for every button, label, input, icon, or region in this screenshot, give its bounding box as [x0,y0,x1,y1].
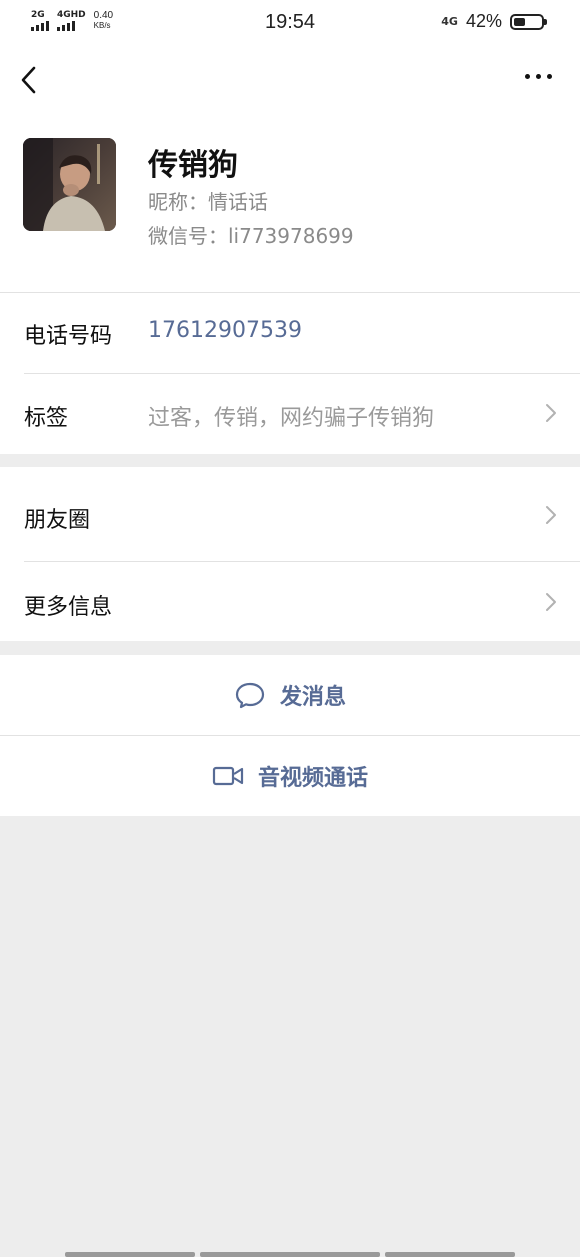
chevron-right-icon [546,593,556,611]
video-call-label: 音视频通话 [257,766,368,791]
more-dots-icon[interactable] [525,74,552,79]
battery-fill [514,17,525,26]
menu-group: 朋友圈 更多信息 [0,467,580,641]
tags-row[interactable]: 标签 过客，传销，网约骗子传销狗 [0,374,580,454]
more-info-label: 更多信息 [24,595,113,620]
chevron-left-icon[interactable] [18,64,42,96]
more-info-row[interactable]: 更多信息 [0,562,580,641]
battery-icon [510,13,547,30]
gesture-bar[interactable] [385,1252,515,1257]
chevron-right-icon [546,506,556,524]
avatar-photo-icon [23,138,116,231]
chevron-right-icon [546,404,556,422]
battery-percent: 42% [465,11,502,31]
video-call-button[interactable]: 音视频通话 [0,736,580,816]
avatar[interactable] [23,138,116,231]
phone-label: 电话号码 [24,324,113,349]
signal-4g-label: 4G [441,15,458,28]
moments-row[interactable]: 朋友圈 [0,467,580,561]
gesture-bar[interactable] [65,1252,195,1257]
status-bar: 2G 4GHD 0.40 KB/s 19:54 4G 42% [0,0,580,46]
video-camera-icon [212,766,244,786]
send-message-label: 发消息 [279,685,346,710]
phone-number-link[interactable]: 17612907539 [148,318,302,343]
profile-header: 传销狗 昵称：情话话 微信号：li773978699 [0,116,580,292]
chat-bubble-icon [235,682,265,709]
gesture-bar[interactable] [200,1252,380,1257]
nav-bar [0,46,580,116]
phone-row[interactable]: 电话号码 17612907539 [0,292,580,373]
contact-name: 传销狗 [148,148,238,183]
contact-wechat-id: 微信号：li773978699 [148,224,354,248]
tags-label: 标签 [24,406,69,431]
moments-label: 朋友圈 [24,508,91,533]
status-right: 4G 42% [441,11,547,32]
send-message-button[interactable]: 发消息 [0,655,580,735]
contact-nickname: 昵称：情话话 [148,190,268,214]
info-group: 电话号码 17612907539 标签 过客，传销，网约骗子传销狗 [0,292,580,454]
tags-value: 过客，传销，网约骗子传销狗 [148,406,435,431]
